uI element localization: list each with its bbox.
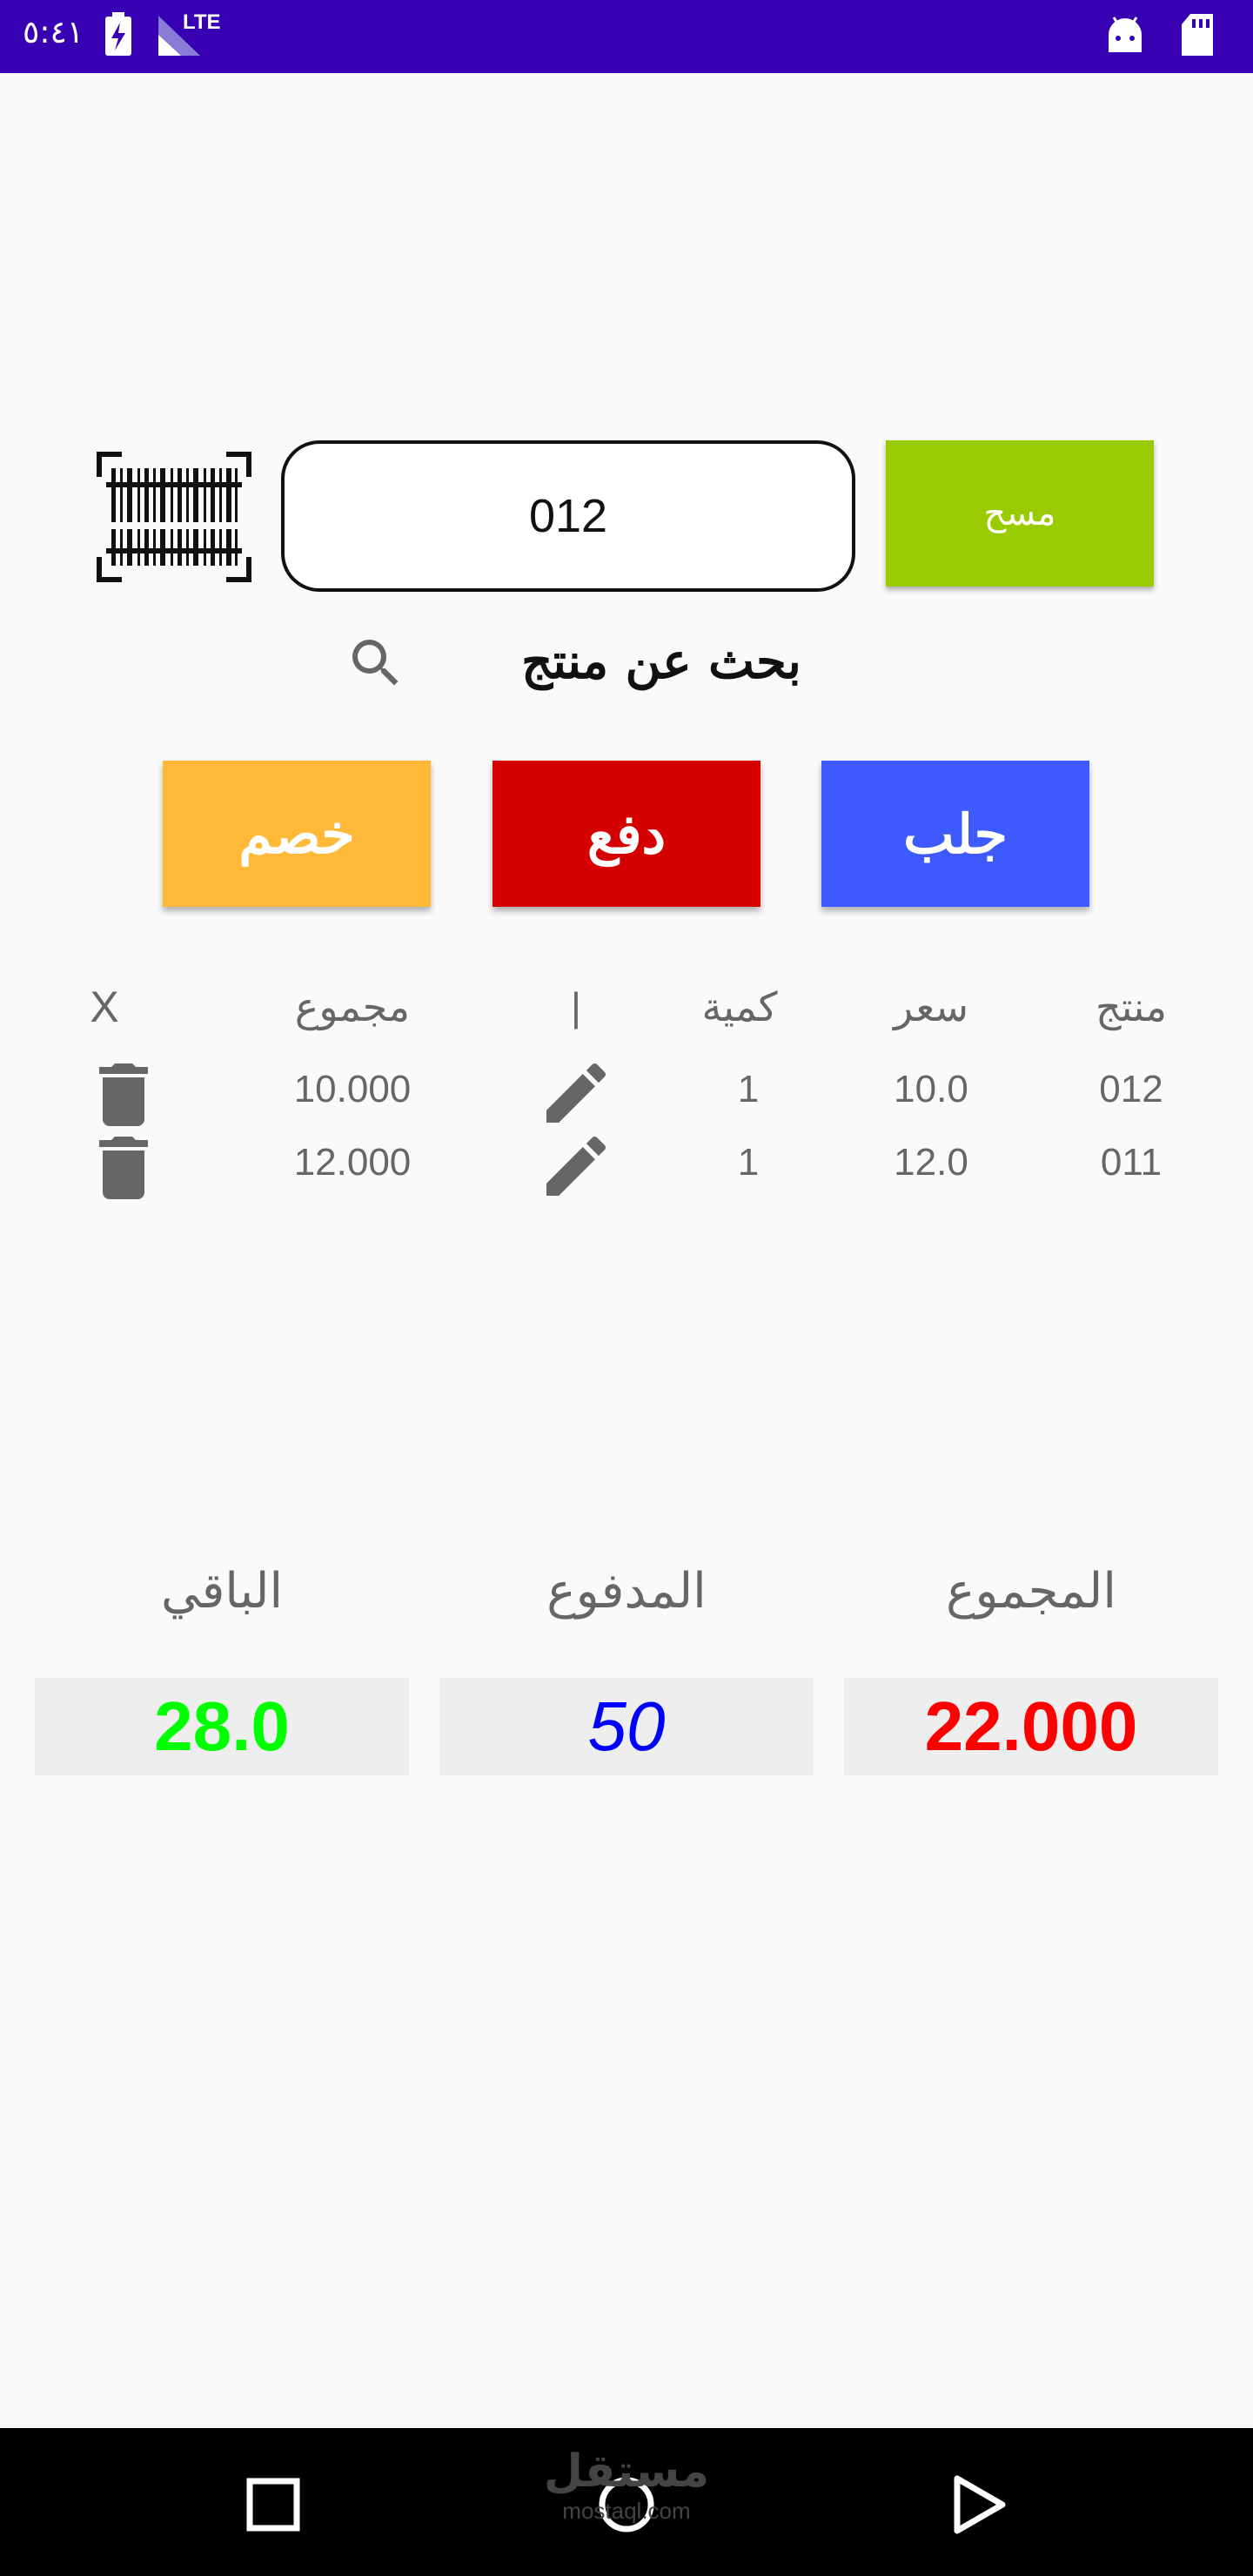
- sd-card-icon: [1178, 12, 1216, 61]
- back-button[interactable]: [950, 2473, 1009, 2539]
- edit-icon[interactable]: [546, 1063, 606, 1126]
- header-product: منتج: [1095, 983, 1168, 1030]
- header-total: مجموع: [294, 983, 411, 1030]
- status-time: ٥:٤١: [23, 15, 84, 50]
- delete-icon[interactable]: [97, 1063, 150, 1130]
- android-icon: [1103, 12, 1147, 61]
- product-code-input[interactable]: [281, 440, 855, 592]
- row-total: 10.000: [293, 1068, 412, 1110]
- edit-icon[interactable]: [546, 1136, 606, 1199]
- recents-button[interactable]: [245, 2477, 301, 2536]
- remaining-value: 28.0: [35, 1678, 409, 1775]
- network-type: LTE: [183, 10, 221, 34]
- row-product: 012: [1099, 1068, 1163, 1110]
- paid-label: المدفوع: [546, 1563, 707, 1620]
- header-quantity: كمية: [701, 983, 778, 1030]
- row-price: 10.0: [894, 1068, 968, 1110]
- watermark-domain: mostaql.com: [562, 2498, 691, 2524]
- scan-button[interactable]: مسح: [886, 440, 1154, 587]
- discount-button[interactable]: خصم: [163, 761, 431, 907]
- battery-charging-icon: [103, 12, 134, 61]
- watermark-brand: مستقل: [543, 2445, 710, 2498]
- header-edit: |: [571, 984, 581, 1030]
- delete-icon[interactable]: [97, 1137, 150, 1203]
- row-quantity: 1: [737, 1068, 760, 1110]
- remaining-label: الباقي: [160, 1563, 284, 1620]
- row-total: 12.000: [293, 1141, 412, 1184]
- header-delete: X: [90, 983, 119, 1031]
- fetch-button[interactable]: جلب: [821, 761, 1089, 907]
- row-product: 011: [1100, 1141, 1163, 1184]
- header-price: سعر: [893, 983, 969, 1030]
- paid-value: 50: [439, 1678, 814, 1775]
- row-price: 12.0: [894, 1141, 968, 1184]
- status-bar: ٥:٤١ LTE: [0, 0, 1253, 73]
- search-icon[interactable]: [345, 632, 407, 694]
- watermark: مستقل mostaql.com: [539, 2445, 714, 2524]
- total-value: 22.000: [844, 1678, 1218, 1775]
- total-label: المجموع: [946, 1563, 1116, 1620]
- pay-button[interactable]: دفع: [492, 761, 761, 907]
- barcode-scan-icon[interactable]: [96, 451, 252, 583]
- search-product-label: بحث عن منتج: [521, 633, 801, 690]
- row-quantity: 1: [737, 1141, 760, 1184]
